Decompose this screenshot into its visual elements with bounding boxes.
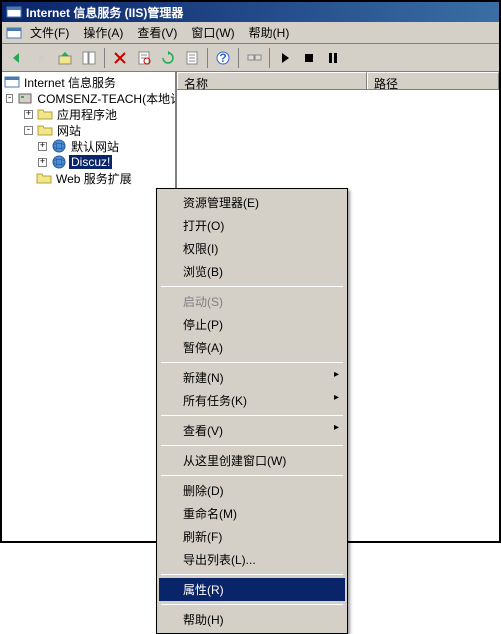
folder-icon (36, 171, 52, 185)
tree-websites-label: 网站 (55, 122, 83, 139)
expander-plus-icon[interactable]: + (38, 142, 47, 151)
toolbar-separator (104, 48, 105, 68)
cm-properties[interactable]: 属性(R) (159, 578, 345, 601)
svg-text:?: ? (219, 51, 226, 65)
tree-apppool[interactable]: + 应用程序池 (4, 106, 173, 122)
menu-help[interactable]: 帮助(H) (243, 22, 296, 43)
cm-refresh[interactable]: 刷新(F) (159, 525, 345, 548)
tree-default-site-label: 默认网站 (69, 138, 121, 155)
stop-button[interactable] (298, 47, 320, 69)
tree-apppool-label: 应用程序池 (55, 106, 119, 123)
cm-explorer[interactable]: 资源管理器(E) (159, 191, 345, 214)
globe-icon (51, 155, 67, 169)
tree-discuz-label: Discuz! (69, 155, 112, 169)
tree-root-label: Internet 信息服务 (22, 74, 118, 91)
properties-button[interactable] (133, 47, 155, 69)
forward-button[interactable] (30, 47, 52, 69)
expander-plus-icon[interactable]: + (38, 158, 47, 167)
cm-separator (161, 415, 343, 416)
titlebar: Internet 信息服务 (IIS)管理器 (2, 2, 499, 22)
tree-default-site[interactable]: + 默认网站 (4, 138, 173, 154)
refresh-button[interactable] (157, 47, 179, 69)
list-header: 名称 路径 (177, 72, 499, 90)
cm-browse[interactable]: 浏览(B) (159, 260, 345, 283)
cm-all-tasks[interactable]: 所有任务(K) (159, 389, 345, 412)
back-button[interactable] (6, 47, 28, 69)
expander-minus-icon[interactable]: - (6, 94, 13, 103)
connect-button[interactable] (243, 47, 265, 69)
tree-server-label: COMSENZ-TEACH(本地计算 (35, 90, 177, 107)
menu-action[interactable]: 操作(A) (77, 22, 129, 43)
tree-discuz[interactable]: + Discuz! (4, 154, 173, 170)
cm-separator (161, 604, 343, 605)
app-icon (6, 4, 22, 20)
title-text: Internet 信息服务 (IIS)管理器 (26, 4, 183, 21)
cm-new[interactable]: 新建(N) (159, 366, 345, 389)
tree-webext-label: Web 服务扩展 (54, 170, 134, 187)
tree-websites[interactable]: - 网站 (4, 122, 173, 138)
pause-button[interactable] (322, 47, 344, 69)
tree-server[interactable]: - COMSENZ-TEACH(本地计算 (4, 90, 173, 106)
tree-webext[interactable]: Web 服务扩展 (4, 170, 173, 186)
menu-file[interactable]: 文件(F) (24, 22, 75, 43)
toolbar: ? (2, 44, 499, 72)
start-button[interactable] (274, 47, 296, 69)
tree-root[interactable]: Internet 信息服务 (4, 74, 173, 90)
cm-stop[interactable]: 停止(P) (159, 313, 345, 336)
expander-minus-icon[interactable]: - (24, 126, 33, 135)
cm-start[interactable]: 启动(S) (159, 290, 345, 313)
expander-plus-icon[interactable]: + (24, 110, 33, 119)
cm-pause[interactable]: 暂停(A) (159, 336, 345, 359)
cm-open[interactable]: 打开(O) (159, 214, 345, 237)
cm-permissions[interactable]: 权限(I) (159, 237, 345, 260)
menu-window[interactable]: 窗口(W) (185, 22, 240, 43)
cm-separator (161, 286, 343, 287)
menubar-app-icon (6, 25, 22, 41)
toolbar-separator (238, 48, 239, 68)
help-button[interactable]: ? (212, 47, 234, 69)
toolbar-separator (207, 48, 208, 68)
cm-help[interactable]: 帮助(H) (159, 608, 345, 631)
toolbar-separator (269, 48, 270, 68)
export-button[interactable] (181, 47, 203, 69)
tree-panel[interactable]: Internet 信息服务 - COMSENZ-TEACH(本地计算 + 应用程… (2, 72, 177, 541)
cm-separator (161, 362, 343, 363)
folder-icon (37, 107, 53, 121)
up-button[interactable] (54, 47, 76, 69)
menu-view[interactable]: 查看(V) (131, 22, 183, 43)
menubar: 文件(F) 操作(A) 查看(V) 窗口(W) 帮助(H) (2, 22, 499, 44)
cm-delete[interactable]: 删除(D) (159, 479, 345, 502)
cm-separator (161, 475, 343, 476)
cm-view[interactable]: 查看(V) (159, 419, 345, 442)
cm-rename[interactable]: 重命名(M) (159, 502, 345, 525)
server-icon (17, 91, 33, 105)
iis-icon (4, 75, 20, 89)
globe-icon (51, 139, 67, 153)
show-hide-tree-button[interactable] (78, 47, 100, 69)
col-name-header[interactable]: 名称 (177, 72, 367, 89)
context-menu: 资源管理器(E) 打开(O) 权限(I) 浏览(B) 启动(S) 停止(P) 暂… (156, 188, 348, 634)
cm-separator (161, 445, 343, 446)
folder-icon (37, 123, 53, 137)
cm-export-list[interactable]: 导出列表(L)... (159, 548, 345, 571)
delete-button[interactable] (109, 47, 131, 69)
cm-separator (161, 574, 343, 575)
col-path-header[interactable]: 路径 (367, 72, 499, 89)
cm-new-window[interactable]: 从这里创建窗口(W) (159, 449, 345, 472)
